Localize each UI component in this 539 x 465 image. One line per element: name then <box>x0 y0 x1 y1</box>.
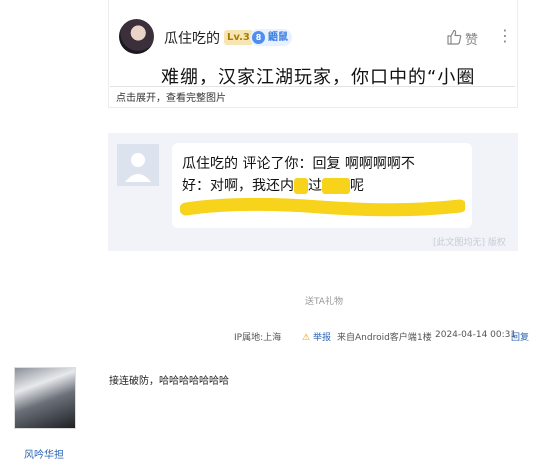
tag-dot-icon: 8 <box>252 31 265 44</box>
redaction-mark <box>294 178 308 194</box>
reply-button[interactable]: 回复 <box>511 330 529 343</box>
notification-text: 瓜住吃的 评论了你：回复 啊啊啊啊不 好：对啊，我还内 过 呢 <box>182 153 467 197</box>
notification-line-2-b: 过 <box>308 178 322 194</box>
more-options-icon: ⋮ <box>497 26 513 45</box>
notification-line-2-c: 呢 <box>350 178 364 194</box>
notification-line-2: 好：对啊，我还内 过 呢 <box>182 175 467 197</box>
post-author-name: 瓜住吃的 <box>164 31 220 47</box>
client-source: 来自Android客户端 <box>337 333 417 343</box>
tag-label: 鼯鼠 <box>268 32 288 43</box>
default-avatar-icon <box>117 144 159 186</box>
image-watermark: [此文图均无] 版权 <box>433 238 506 248</box>
divider <box>110 86 515 87</box>
report-button[interactable]: ⚠ 举报 <box>302 330 331 343</box>
like-label: 赞 <box>465 33 479 48</box>
notification-line-1: 瓜住吃的 评论了你：回复 啊啊啊啊不 <box>182 156 415 172</box>
ip-location: IP属地:上海 <box>234 333 282 343</box>
floor-number: 1楼 <box>417 333 432 343</box>
reply-content: 接连破防，哈哈哈哈哈哈哈 <box>109 376 229 387</box>
thumbs-up-icon <box>447 29 462 45</box>
redaction-mark <box>322 178 350 194</box>
send-gift-link[interactable]: 送TA礼物 <box>305 294 343 307</box>
report-label: 举报 <box>312 333 331 343</box>
expand-image-link[interactable]: 点击展开，查看完整图片 <box>116 89 226 104</box>
post-datetime: 2024-04-14 00:31 <box>435 330 517 340</box>
redaction-scribble <box>180 197 465 217</box>
notification-line-2-a: 好：对啊，我还内 <box>182 178 294 194</box>
reply-author-name[interactable]: 风吟华担 <box>24 446 64 461</box>
post-author-avatar <box>119 19 154 54</box>
reply-author-avatar[interactable] <box>14 367 76 429</box>
warning-icon: ⚠ <box>302 333 311 343</box>
level-badge: Lv.3 <box>224 30 253 45</box>
user-tag-badge: 8 鼯鼠 <box>250 29 292 46</box>
